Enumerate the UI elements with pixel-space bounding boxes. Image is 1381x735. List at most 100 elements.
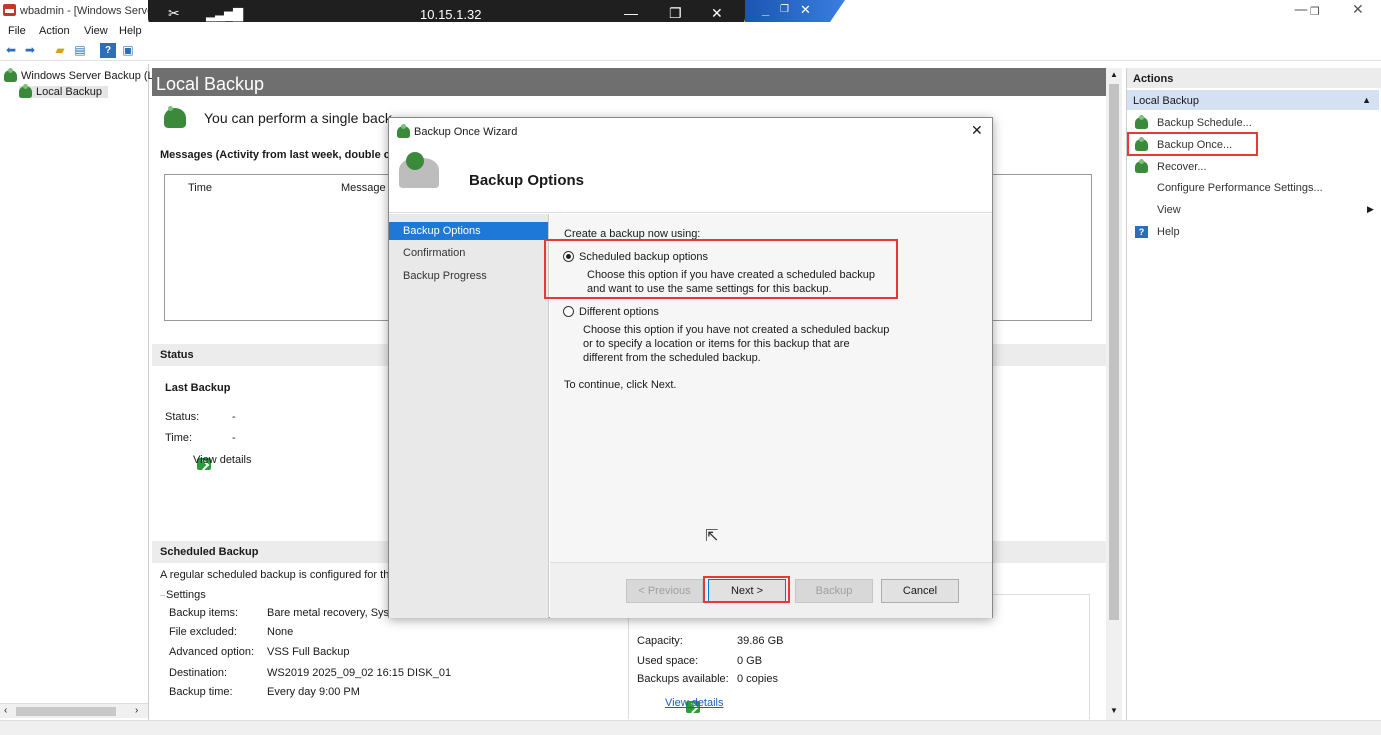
action-configure-performance[interactable]: Configure Performance Settings... — [1157, 182, 1323, 194]
different-options-label[interactable]: Different options — [579, 306, 659, 318]
status-label: Status: — [165, 411, 200, 423]
wizard-title: Backup Once Wizard — [414, 126, 518, 138]
minimize-icon[interactable]: — — [1294, 2, 1308, 18]
tree-root-label: Windows Server Backup (L — [21, 70, 154, 82]
rdp-close-icon[interactable]: ✕ — [711, 5, 723, 22]
status-bar — [0, 720, 1381, 735]
status-view-details-link[interactable]: View details — [193, 454, 252, 466]
help-icon[interactable]: ? — [100, 43, 116, 58]
wizard-step-confirmation[interactable]: Confirmation — [389, 244, 548, 262]
setting-label: Advanced option: — [169, 646, 255, 658]
show-hide-tree-icon[interactable]: ▤ — [72, 43, 88, 58]
window-title: wbadmin - [Windows Serve — [20, 5, 154, 17]
setting-value: Bare metal recovery, Syste — [267, 607, 399, 619]
status-value: - — [232, 411, 236, 423]
time-label: Time: — [165, 432, 193, 444]
backup-arrow-icon — [406, 152, 424, 170]
previous-button[interactable]: < Previous — [626, 579, 703, 603]
scroll-up-icon[interactable]: ▲ — [1110, 70, 1118, 79]
backup-icon — [4, 68, 17, 83]
used-space-label: Used space: — [637, 655, 699, 667]
different-options-desc: different from the scheduled backup. — [583, 352, 761, 364]
used-space-value: 0 GB — [737, 655, 763, 667]
submenu-arrow-icon: ▶ — [1367, 204, 1374, 214]
different-options-radio[interactable] — [563, 306, 574, 317]
continue-hint: To continue, click Next. — [564, 379, 677, 391]
help-icon: ? — [1135, 226, 1148, 238]
wizard-close-icon[interactable]: ✕ — [971, 123, 983, 139]
setting-label: Destination: — [169, 667, 228, 679]
backup-icon — [19, 84, 32, 99]
setting-value: Every day 9:00 PM — [267, 686, 360, 698]
setting-value: None — [267, 626, 294, 638]
action-view[interactable]: View — [1157, 204, 1181, 216]
backup-schedule-icon — [1135, 115, 1148, 129]
rdp-restore-icon[interactable]: ❐ — [669, 5, 682, 22]
settings-group-label: Settings — [166, 589, 206, 601]
tree-item-windows-server-backup[interactable]: Windows Server Backup (L — [4, 68, 154, 83]
action-pane-icon[interactable]: ▣ — [120, 43, 136, 58]
column-header-message[interactable]: Message — [341, 182, 386, 194]
mouse-cursor-icon: ⇱ — [705, 528, 719, 545]
column-header-time[interactable]: Time — [188, 182, 212, 194]
scroll-left-icon[interactable]: ‹ — [4, 705, 7, 716]
restore-icon[interactable]: ❐ — [1310, 5, 1320, 18]
wbadmin-app-icon — [3, 4, 16, 16]
last-backup-heading: Last Backup — [165, 382, 231, 394]
rdp-minimize-icon[interactable]: — — [624, 5, 638, 21]
close-icon[interactable]: ✕ — [1352, 2, 1364, 18]
backup-large-icon — [164, 106, 186, 128]
destination-view-details-link[interactable]: View details — [665, 697, 724, 709]
wizard-titlebar: Backup Once Wizard ✕ — [389, 118, 992, 146]
scroll-right-icon[interactable]: › — [135, 705, 138, 716]
menu-file[interactable]: File — [8, 25, 26, 37]
recover-icon — [1135, 159, 1148, 173]
wizard-step-backup-progress[interactable]: Backup Progress — [389, 267, 548, 285]
wizard-step-backup-options[interactable]: Backup Options — [389, 222, 548, 240]
forward-arrow-icon[interactable]: ➡ — [22, 43, 38, 58]
setting-label: Backup time: — [169, 686, 233, 698]
tree-item-local-backup[interactable]: Local Backup — [19, 84, 109, 99]
different-options-desc: Choose this option if you have not creat… — [583, 324, 890, 336]
signal-icon: ▂▃▅▇ — [206, 6, 243, 21]
collapse-up-icon[interactable]: ▲ — [1362, 95, 1371, 105]
inner-minimize-icon[interactable]: _ — [762, 2, 769, 17]
wizard-app-icon — [397, 124, 410, 139]
menu-help[interactable]: Help — [119, 25, 142, 37]
inner-restore-icon[interactable]: ❐ — [780, 4, 789, 15]
inner-close-icon[interactable]: ✕ — [800, 2, 811, 18]
tree-horizontal-scrollbar[interactable]: ‹ › — [0, 703, 148, 718]
actions-section-label: Local Backup — [1133, 95, 1200, 107]
setting-label: File excluded: — [169, 626, 237, 638]
wizard-header: Backup Options — [389, 146, 992, 213]
tree-child-label: Local Backup — [36, 86, 103, 98]
center-vertical-scrollbar[interactable]: ▲ ▼ — [1106, 68, 1122, 720]
highlight-box — [544, 239, 898, 299]
pin-icon[interactable]: ✂ — [168, 5, 180, 22]
back-arrow-icon[interactable]: ⬅ — [3, 43, 19, 58]
action-help[interactable]: Help — [1157, 226, 1180, 238]
menu-view[interactable]: View — [84, 25, 108, 37]
page-title: Local Backup — [152, 68, 1106, 96]
toolbar: ⬅ ➡ ▰ ▤ ? ▣ — [0, 41, 1381, 61]
cancel-button[interactable]: Cancel — [881, 579, 959, 603]
action-recover[interactable]: Recover... — [1157, 161, 1207, 173]
different-options-desc: or to specify a location or items for th… — [583, 338, 850, 350]
scrollbar-thumb[interactable] — [1109, 84, 1119, 620]
actions-section-local-backup[interactable]: Local Backup ▲ — [1127, 90, 1379, 110]
scrollbar-thumb[interactable] — [16, 707, 116, 716]
capacity-value: 39.86 GB — [737, 635, 784, 647]
menu-action[interactable]: Action — [39, 25, 70, 37]
intro-text: You can perform a single back — [204, 110, 392, 126]
highlight-box — [1127, 132, 1258, 156]
backups-available-label: Backups available: — [637, 673, 729, 685]
scroll-down-icon[interactable]: ▼ — [1110, 706, 1118, 715]
console-tree: Windows Server Backup (L Local Backup — [0, 64, 154, 720]
menu-bar: File Action View Help — [0, 22, 1381, 41]
backup-once-wizard-dialog: Backup Once Wizard ✕ Backup Options Back… — [388, 117, 993, 618]
action-backup-schedule[interactable]: Backup Schedule... — [1157, 117, 1252, 129]
backup-button[interactable]: Backup — [795, 579, 873, 603]
time-value: - — [232, 432, 236, 444]
capacity-label: Capacity: — [637, 635, 683, 647]
up-folder-icon[interactable]: ▰ — [52, 43, 68, 58]
